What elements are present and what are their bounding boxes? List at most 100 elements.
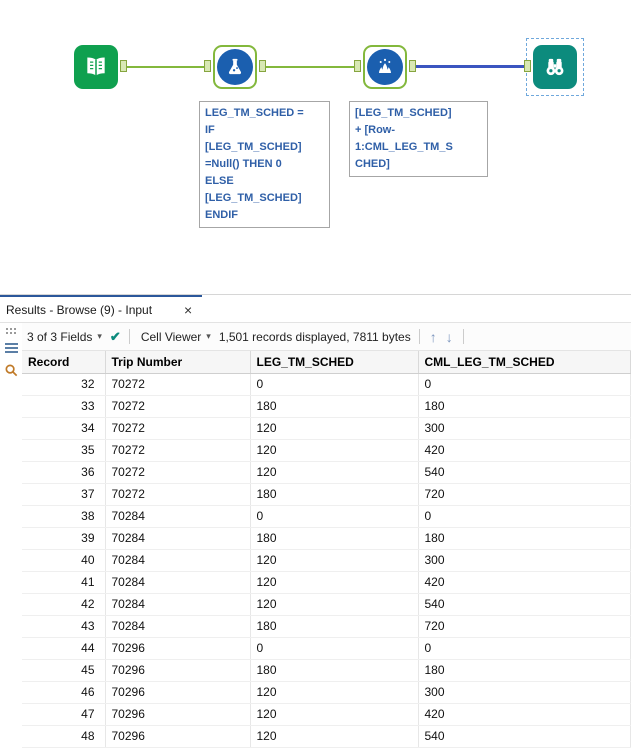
column-header-record[interactable]: Record — [22, 351, 106, 374]
leg-tm-sched-cell[interactable]: 120 — [250, 703, 419, 726]
cml-leg-tm-sched-cell[interactable]: 180 — [418, 659, 631, 682]
trip-number-cell[interactable]: 70296 — [105, 703, 251, 726]
column-header-cml-leg-tm-sched[interactable]: CML_LEG_TM_SCHED — [418, 351, 631, 374]
leg-tm-sched-cell[interactable]: 0 — [250, 373, 419, 396]
cml-leg-tm-sched-cell[interactable]: 540 — [418, 593, 631, 616]
connection-formula-multirow[interactable] — [266, 66, 354, 68]
table-row[interactable]: 32 70272 0 0 — [22, 373, 631, 396]
cml-leg-tm-sched-cell[interactable]: 540 — [418, 461, 631, 484]
trip-number-cell[interactable]: 70272 — [105, 439, 251, 462]
record-cell[interactable]: 43 — [22, 615, 106, 638]
table-row[interactable]: 43 70284 180 720 — [22, 615, 631, 638]
input-anchor[interactable] — [204, 60, 211, 72]
leg-tm-sched-cell[interactable]: 180 — [250, 659, 419, 682]
scroll-down-icon[interactable]: ↓ — [444, 329, 455, 345]
leg-tm-sched-cell[interactable]: 120 — [250, 461, 419, 484]
cml-leg-tm-sched-cell[interactable]: 720 — [418, 615, 631, 638]
record-cell[interactable]: 47 — [22, 703, 106, 726]
results-table-wrap[interactable]: Record Trip Number LEG_TM_SCHED CML_LEG_… — [22, 351, 631, 752]
cml-leg-tm-sched-cell[interactable]: 300 — [418, 417, 631, 440]
column-header-trip-number[interactable]: Trip Number — [105, 351, 251, 374]
cml-leg-tm-sched-cell[interactable]: 420 — [418, 703, 631, 726]
trip-number-cell[interactable]: 70284 — [105, 593, 251, 616]
table-row[interactable]: 48 70296 120 540 — [22, 725, 631, 748]
input-anchor[interactable] — [524, 60, 531, 72]
trip-number-cell[interactable]: 70272 — [105, 373, 251, 396]
table-row[interactable]: 41 70284 120 420 — [22, 571, 631, 594]
table-row[interactable]: 46 70296 120 300 — [22, 681, 631, 704]
trip-number-cell[interactable]: 70284 — [105, 571, 251, 594]
formula-annotation[interactable]: LEG_TM_SCHED = IF [LEG_TM_SCHED] =Null()… — [199, 101, 330, 229]
table-row[interactable]: 44 70296 0 0 — [22, 637, 631, 660]
trip-number-cell[interactable]: 70284 — [105, 549, 251, 572]
output-anchor[interactable] — [409, 60, 416, 72]
column-header-leg-tm-sched[interactable]: LEG_TM_SCHED — [250, 351, 419, 374]
record-cell[interactable]: 45 — [22, 659, 106, 682]
leg-tm-sched-cell[interactable]: 120 — [250, 593, 419, 616]
record-cell[interactable]: 42 — [22, 593, 106, 616]
cml-leg-tm-sched-cell[interactable]: 300 — [418, 549, 631, 572]
table-row[interactable]: 37 70272 180 720 — [22, 483, 631, 506]
table-row[interactable]: 47 70296 120 420 — [22, 703, 631, 726]
cml-leg-tm-sched-cell[interactable]: 0 — [418, 637, 631, 660]
record-cell[interactable]: 38 — [22, 505, 106, 528]
cml-leg-tm-sched-cell[interactable]: 180 — [418, 527, 631, 550]
leg-tm-sched-cell[interactable]: 0 — [250, 505, 419, 528]
input-anchor[interactable] — [354, 60, 361, 72]
cml-leg-tm-sched-cell[interactable]: 420 — [418, 571, 631, 594]
leg-tm-sched-cell[interactable]: 120 — [250, 417, 419, 440]
results-tab[interactable]: Results - Browse (9) - Input × — [0, 295, 203, 322]
table-row[interactable]: 35 70272 120 420 — [22, 439, 631, 462]
table-row[interactable]: 45 70296 180 180 — [22, 659, 631, 682]
record-cell[interactable]: 32 — [22, 373, 106, 396]
record-cell[interactable]: 41 — [22, 571, 106, 594]
leg-tm-sched-cell[interactable]: 180 — [250, 395, 419, 418]
leg-tm-sched-cell[interactable]: 120 — [250, 439, 419, 462]
connection-input-formula[interactable] — [127, 66, 204, 68]
browse-tool[interactable] — [524, 45, 577, 89]
cml-leg-tm-sched-cell[interactable]: 300 — [418, 681, 631, 704]
cml-leg-tm-sched-cell[interactable]: 720 — [418, 483, 631, 506]
trip-number-cell[interactable]: 70272 — [105, 483, 251, 506]
record-cell[interactable]: 33 — [22, 395, 106, 418]
magnifier-icon[interactable] — [4, 363, 19, 378]
trip-number-cell[interactable]: 70296 — [105, 637, 251, 660]
leg-tm-sched-cell[interactable]: 120 — [250, 681, 419, 704]
record-cell[interactable]: 44 — [22, 637, 106, 660]
trip-number-cell[interactable]: 70296 — [105, 725, 251, 748]
record-cell[interactable]: 36 — [22, 461, 106, 484]
apply-check-icon[interactable]: ✔ — [110, 329, 121, 345]
record-cell[interactable]: 46 — [22, 681, 106, 704]
multi-row-annotation[interactable]: [LEG_TM_SCHED] + [Row- 1:CML_LEG_TM_S CH… — [349, 101, 488, 178]
table-row[interactable]: 40 70284 120 300 — [22, 549, 631, 572]
leg-tm-sched-cell[interactable]: 120 — [250, 725, 419, 748]
trip-number-cell[interactable]: 70272 — [105, 461, 251, 484]
leg-tm-sched-cell[interactable]: 0 — [250, 637, 419, 660]
table-row[interactable]: 36 70272 120 540 — [22, 461, 631, 484]
record-cell[interactable]: 34 — [22, 417, 106, 440]
trip-number-cell[interactable]: 70296 — [105, 681, 251, 704]
record-cell[interactable]: 40 — [22, 549, 106, 572]
output-anchor[interactable] — [259, 60, 266, 72]
scroll-up-icon[interactable]: ↑ — [428, 329, 439, 345]
cml-leg-tm-sched-cell[interactable]: 180 — [418, 395, 631, 418]
leg-tm-sched-cell[interactable]: 180 — [250, 615, 419, 638]
record-cell[interactable]: 35 — [22, 439, 106, 462]
record-cell[interactable]: 37 — [22, 483, 106, 506]
table-row[interactable]: 34 70272 120 300 — [22, 417, 631, 440]
record-cell[interactable]: 48 — [22, 725, 106, 748]
trip-number-cell[interactable]: 70272 — [105, 417, 251, 440]
cml-leg-tm-sched-cell[interactable]: 540 — [418, 725, 631, 748]
cml-leg-tm-sched-cell[interactable]: 0 — [418, 373, 631, 396]
trip-number-cell[interactable]: 70284 — [105, 615, 251, 638]
fields-dropdown[interactable]: 3 of 3 Fields ▾ — [24, 328, 105, 346]
table-row[interactable]: 33 70272 180 180 — [22, 395, 631, 418]
workflow-canvas[interactable]: LEG_TM_SCHED = IF [LEG_TM_SCHED] =Null()… — [0, 0, 631, 294]
connection-multirow-browse[interactable] — [416, 65, 524, 68]
table-view-icon[interactable] — [4, 343, 18, 354]
cml-leg-tm-sched-cell[interactable]: 0 — [418, 505, 631, 528]
formula-tool[interactable] — [204, 45, 266, 89]
trip-number-cell[interactable]: 70284 — [105, 505, 251, 528]
multi-row-formula-tool[interactable] — [354, 45, 416, 89]
close-icon[interactable]: × — [184, 303, 192, 317]
